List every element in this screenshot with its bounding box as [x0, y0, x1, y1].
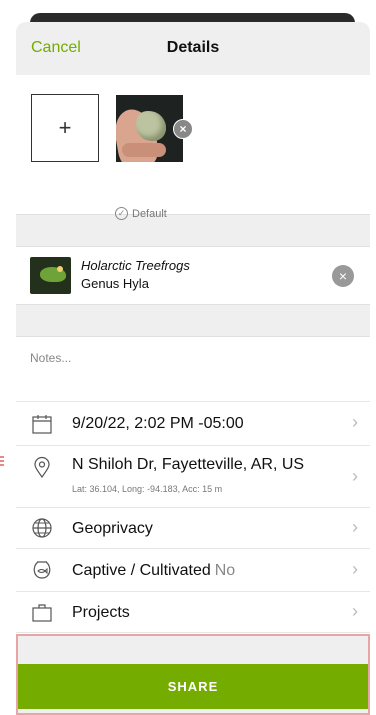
notes-placeholder: Notes... — [30, 351, 72, 365]
close-icon: × — [338, 268, 348, 284]
chevron-right-icon: › — [352, 412, 358, 432]
taxon-row[interactable]: Holarctic Treefrogs Genus Hyla × — [16, 247, 370, 304]
section-divider — [16, 304, 370, 337]
location-coordinates: Lat: 36.104, Long: -94.183, Acc: 15 m — [72, 484, 223, 494]
projects-row[interactable]: Projects › — [16, 591, 370, 633]
briefcase-icon — [32, 604, 52, 622]
checkmark-circle-icon: ✓ — [115, 207, 128, 220]
section-divider — [16, 214, 370, 247]
captive-row[interactable]: Captive / Cultivated No › — [16, 548, 370, 591]
taxon-rank-name: Genus Hyla — [81, 276, 149, 291]
details-sheet: Cancel Details + × ✓ Default Holarctic T… — [16, 22, 370, 715]
clear-taxon-button[interactable]: × — [332, 265, 354, 287]
default-label: Default — [132, 207, 167, 220]
photo-section: + × ✓ Default — [16, 75, 370, 220]
page-title: Details — [166, 39, 220, 56]
remove-photo-button[interactable]: × — [173, 119, 193, 139]
projects-label: Projects — [72, 604, 130, 621]
date-label: 9/20/22, 2:02 PM -05:00 — [72, 415, 244, 432]
chevron-right-icon: › — [352, 466, 358, 486]
taxon-image — [30, 257, 71, 294]
plus-icon: + — [58, 115, 72, 140]
captive-value: No — [214, 562, 236, 579]
fishbowl-icon — [33, 561, 51, 579]
edge-marker-icon — [0, 456, 4, 466]
location-label: N Shiloh Dr, Fayetteville, AR, US — [72, 456, 305, 473]
add-photo-button[interactable]: + — [31, 94, 99, 162]
share-button[interactable]: SHARE — [18, 664, 368, 709]
chevron-right-icon: › — [352, 559, 358, 579]
calendar-icon — [32, 415, 52, 434]
close-icon: × — [179, 122, 187, 136]
globe-icon — [32, 518, 52, 538]
notes-field[interactable]: Notes... — [16, 337, 370, 401]
location-row[interactable]: N Shiloh Dr, Fayetteville, AR, US Lat: 3… — [16, 445, 370, 507]
taxon-common-name: Holarctic Treefrogs — [81, 258, 190, 273]
captive-label: Captive / Cultivated No — [72, 562, 236, 579]
date-row[interactable]: 9/20/22, 2:02 PM -05:00 › — [16, 401, 370, 445]
geoprivacy-label: Geoprivacy — [72, 520, 153, 537]
location-pin-icon — [34, 456, 50, 479]
default-photo-indicator[interactable]: ✓ Default — [115, 207, 167, 220]
chevron-right-icon: › — [352, 601, 358, 621]
chevron-right-icon: › — [352, 517, 358, 537]
nav-bar: Cancel Details — [16, 22, 370, 75]
geoprivacy-row[interactable]: Geoprivacy › — [16, 507, 370, 548]
